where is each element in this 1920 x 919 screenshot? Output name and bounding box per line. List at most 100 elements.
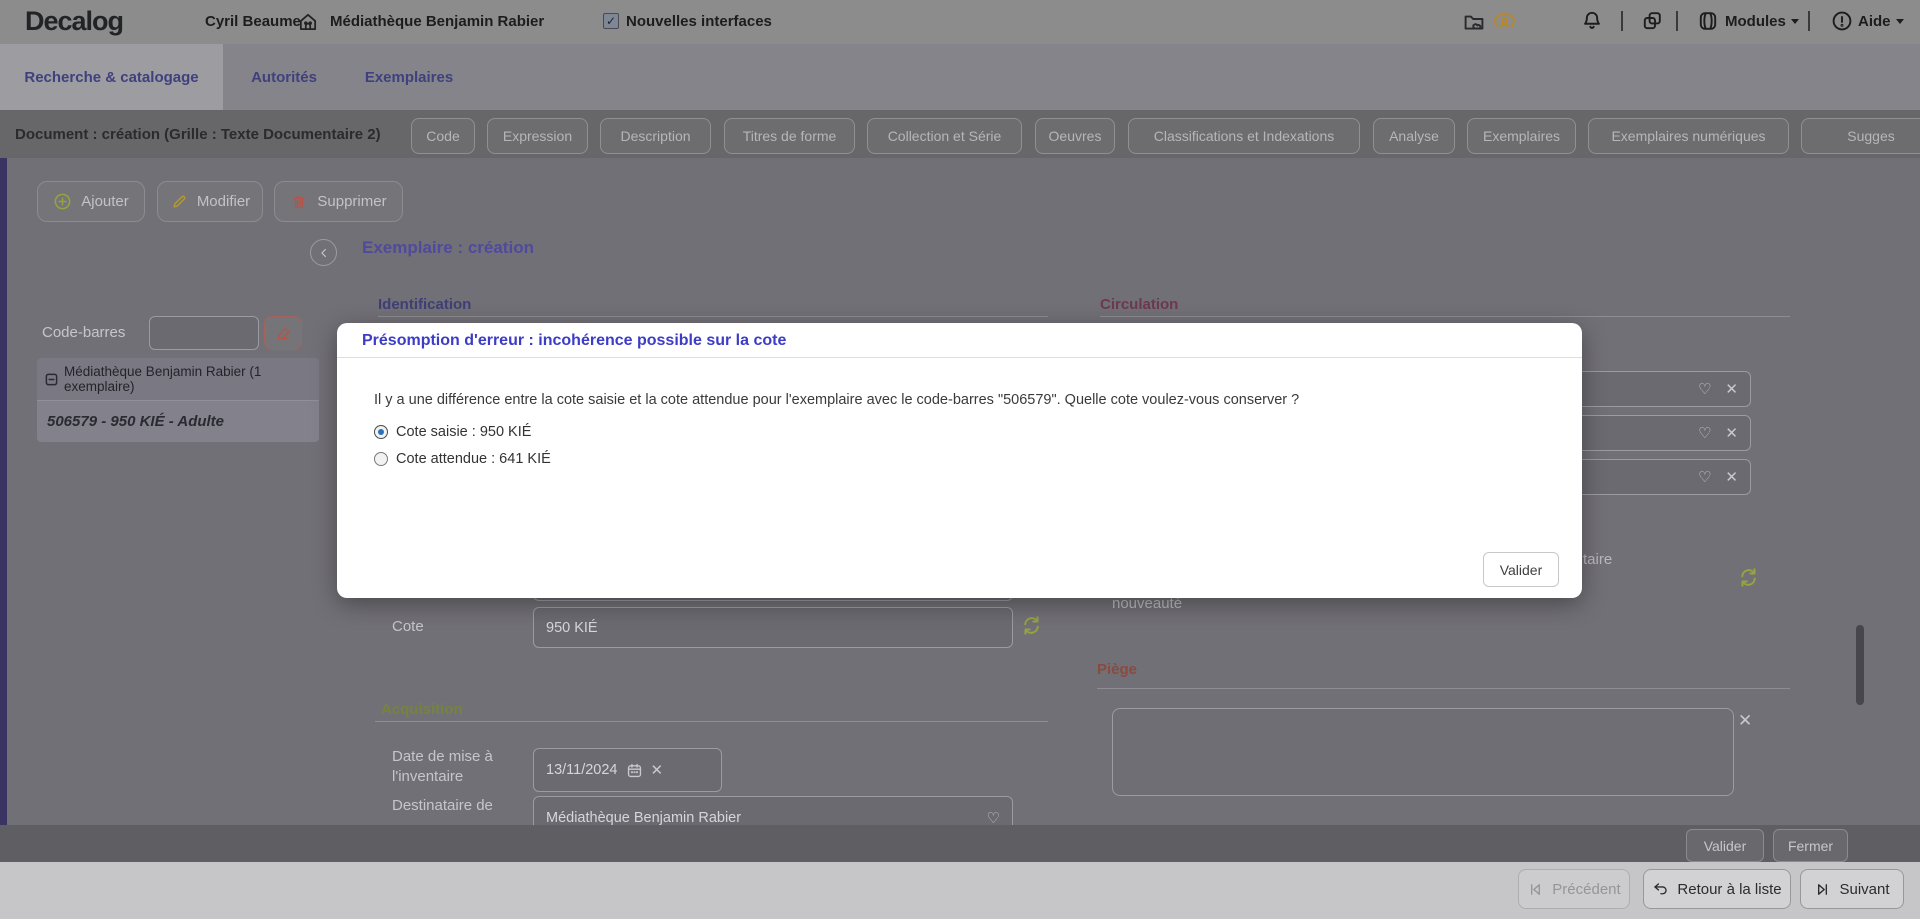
panel-validate-button[interactable]: Valider [1686,829,1764,862]
chip-label: Classifications et Indexations [1154,128,1335,144]
refresh-icon[interactable] [1736,565,1761,590]
favorite-heart-icon[interactable]: ♡ [1698,426,1711,441]
docbar-button-exemplaires[interactable]: Exemplaires [1467,118,1576,154]
tree-exemplaire-item[interactable]: 506579 - 950 KIÉ - Adulte [37,400,319,442]
chip-label: Exemplaires numériques [1611,128,1765,144]
folder-cloud-icon[interactable] [1462,10,1486,34]
clear-field-icon[interactable]: ✕ [1725,470,1738,485]
notifications-bell-icon[interactable] [1580,9,1604,33]
help-label: Aide [1858,13,1891,30]
header-separator [1621,11,1623,31]
inventory-date-label-line2: l'inventaire [392,768,463,785]
panel-close-button[interactable]: Fermer [1773,829,1848,862]
vertical-scrollbar[interactable] [1856,625,1864,705]
inventory-date-value: 13/11/2024 [546,762,618,778]
section-divider [375,721,1048,722]
tree-root-row[interactable]: Médiathèque Benjamin Rabier (1 exemplair… [37,358,319,400]
modules-menu[interactable]: Modules [1725,13,1799,30]
back-to-list-button[interactable]: Retour à la liste [1643,869,1791,909]
inventory-date-input[interactable]: 13/11/2024 ✕ [533,748,722,792]
piege-textarea[interactable] [1112,708,1734,796]
beacon-user-icon[interactable] [1492,9,1517,34]
calendar-icon[interactable] [626,762,643,779]
header-separator [1676,11,1678,31]
undo-arrow-icon [1652,881,1669,898]
favorite-heart-icon[interactable]: ♡ [987,811,1000,826]
cote-error-dialog: Présomption d'erreur : incohérence possi… [337,323,1582,598]
favorite-heart-icon[interactable]: ♡ [1698,470,1711,485]
add-label: Ajouter [81,193,129,210]
docbar-button-analyse[interactable]: Analyse [1373,118,1455,154]
decalog-logo: Decalog [25,6,123,37]
next-button[interactable]: Suivant [1800,869,1904,909]
piege-section-title: Piège [1097,661,1137,678]
docbar-button-titres-de-forme[interactable]: Titres de forme [724,118,855,154]
cote-input[interactable]: 950 KIÉ [533,607,1013,648]
chevron-down-icon [1791,19,1799,24]
destinataire-value: Médiathèque Benjamin Rabier [546,810,741,826]
current-user: Cyril Beaume [205,13,301,30]
current-library: Médiathèque Benjamin Rabier [330,13,544,30]
back-to-list-label: Retour à la liste [1677,881,1781,898]
chip-label: Sugges [1847,128,1894,144]
edit-button[interactable]: Modifier [157,181,263,222]
docbar-button-classifications[interactable]: Classifications et Indexations [1128,118,1360,154]
docbar-button-code[interactable]: Code [411,118,475,154]
new-interfaces-checkbox[interactable]: ✓ [603,13,619,29]
panel-bottom-strip [0,825,1920,862]
check-icon: ✓ [606,14,616,28]
chip-label: Titres de forme [743,128,837,144]
previous-label: Précédent [1552,881,1620,898]
barcode-label: Code-barres [42,324,125,341]
collapse-minus-icon[interactable] [45,373,58,386]
delete-button[interactable]: Supprimer [274,181,403,222]
library-building-icon [297,11,319,33]
refresh-icon[interactable] [1019,613,1044,638]
section-divider [1097,688,1790,689]
clear-field-icon[interactable]: ✕ [1725,426,1738,441]
docbar-button-description[interactable]: Description [600,118,711,154]
info-circle-icon [1830,9,1854,33]
windows-cascade-icon[interactable] [1640,9,1664,33]
favorite-heart-icon[interactable]: ♡ [1698,382,1711,397]
tree-item-label: 506579 - 950 KIÉ - Adulte [47,413,224,430]
modules-box-icon [1696,9,1720,33]
tab-recherche-catalogage[interactable]: Recherche & catalogage [0,44,223,110]
page-title: Exemplaire : création [362,238,534,258]
clear-piege-icon[interactable]: ✕ [1738,712,1752,729]
tab-autorites[interactable]: Autorités [250,44,318,110]
docbar-button-collection-serie[interactable]: Collection et Série [867,118,1022,154]
chip-label: Code [426,128,459,144]
dialog-validate-button[interactable]: Valider [1483,552,1559,587]
clear-barcode-button[interactable] [264,316,302,350]
radio-option-cote-saisie[interactable]: Cote saisie : 950 KIÉ [374,423,531,440]
previous-button[interactable]: Précédent [1518,869,1630,909]
section-divider [378,316,1048,317]
clear-date-icon[interactable]: ✕ [651,763,664,778]
document-title: Document : création (Grille : Texte Docu… [15,126,381,143]
radio-selected-icon[interactable] [374,425,388,439]
help-menu[interactable]: Aide [1858,13,1904,30]
dialog-divider [337,357,1582,358]
inventory-date-label-line1: Date de mise à [392,748,493,765]
add-button[interactable]: Ajouter [37,181,145,222]
barcode-input[interactable] [149,316,259,350]
docbar-button-suggestions[interactable]: Sugges [1801,118,1920,154]
radio-unselected-icon[interactable] [374,452,388,466]
cote-label: Cote [392,618,424,635]
back-button[interactable] [310,239,337,266]
tab-label: Exemplaires [365,69,453,86]
tab-label: Recherche & catalogage [24,69,198,86]
tab-exemplaires[interactable]: Exemplaires [366,44,452,110]
top-header: Decalog Cyril Beaume Médiathèque Benjami… [0,0,1920,44]
docbar-button-expression[interactable]: Expression [487,118,588,154]
radio-option-cote-attendue[interactable]: Cote attendue : 641 KIÉ [374,450,551,467]
chip-label: Exemplaires [1483,128,1560,144]
circulation-section-title: Circulation [1100,296,1178,313]
destinataire-label: Destinataire de [392,797,493,814]
wizard-footer [0,862,1920,919]
docbar-button-oeuvres[interactable]: Oeuvres [1035,118,1115,154]
validate-label: Valider [1704,838,1747,854]
docbar-button-exemplaires-numeriques[interactable]: Exemplaires numériques [1588,118,1789,154]
clear-field-icon[interactable]: ✕ [1725,382,1738,397]
